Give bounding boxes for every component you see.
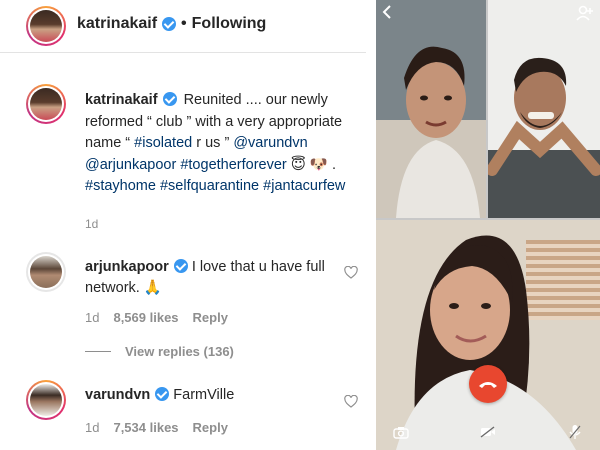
comment-meta: 1d 7,534 likes Reply bbox=[85, 420, 228, 435]
end-call-icon bbox=[479, 382, 497, 388]
caption-text: 😇 🐶 . bbox=[286, 156, 337, 173]
comment-username[interactable]: arjunkapoor bbox=[85, 259, 169, 275]
video-tile-varundvn bbox=[376, 0, 486, 218]
comment-age: 1d bbox=[85, 310, 100, 325]
reply-button[interactable]: Reply bbox=[193, 420, 228, 435]
video-toggle-button[interactable] bbox=[476, 420, 500, 444]
post-panel: katrinakaif • Following katrinakaif Reun… bbox=[0, 0, 366, 450]
comment-username[interactable]: varundvn bbox=[85, 387, 150, 403]
replies-line bbox=[85, 351, 111, 352]
video-tile-katrinakaif bbox=[376, 220, 600, 450]
participant-video bbox=[376, 220, 600, 450]
post-caption: katrinakaif Reunited .... our newly refo… bbox=[85, 90, 350, 198]
post-header: katrinakaif • Following bbox=[0, 0, 366, 53]
verified-badge-icon bbox=[155, 387, 170, 401]
post-age: 1d bbox=[85, 217, 99, 231]
comment-age: 1d bbox=[85, 420, 100, 435]
view-replies-label: View replies (136) bbox=[125, 344, 234, 359]
camera-icon bbox=[393, 426, 409, 439]
like-heart-icon[interactable] bbox=[344, 395, 358, 408]
caption-tag-link[interactable]: #selfquarantine bbox=[160, 178, 259, 194]
reply-button[interactable]: Reply bbox=[193, 310, 228, 325]
like-heart-icon[interactable] bbox=[344, 266, 358, 279]
participant-video bbox=[488, 0, 600, 218]
video-toggle-icon bbox=[480, 426, 495, 438]
verified-badge-icon bbox=[162, 92, 177, 106]
comment-avatar[interactable] bbox=[26, 380, 66, 420]
add-person-icon[interactable] bbox=[576, 5, 594, 21]
comment-body: FarmVille bbox=[169, 387, 235, 403]
caption-text: r us ” bbox=[192, 135, 234, 151]
post-header-title: katrinakaif • Following bbox=[77, 15, 266, 33]
panel-divider bbox=[366, 0, 376, 450]
participant-video bbox=[376, 0, 486, 218]
back-icon[interactable] bbox=[382, 5, 392, 19]
caption-tag-link[interactable]: #jantacurfew bbox=[263, 178, 345, 194]
view-replies-button[interactable]: View replies (136) bbox=[85, 344, 234, 359]
author-avatar[interactable] bbox=[26, 6, 66, 46]
caption-tag-link[interactable]: #isolated bbox=[134, 135, 192, 151]
comment-likes[interactable]: 8,569 likes bbox=[113, 310, 178, 325]
video-tile-arjunkapoor bbox=[488, 0, 600, 218]
end-call-button[interactable] bbox=[469, 365, 507, 403]
caption-tag-link[interactable]: #stayhome bbox=[85, 178, 156, 194]
caption-tag-link[interactable]: @varundvn bbox=[233, 135, 307, 151]
comment-text: varundvn FarmVille bbox=[85, 385, 335, 406]
comment-avatar[interactable] bbox=[26, 252, 66, 292]
mic-icon bbox=[569, 425, 581, 439]
caption-avatar[interactable] bbox=[26, 84, 66, 124]
verified-badge-icon bbox=[173, 259, 188, 273]
caption-username[interactable]: katrinakaif bbox=[85, 92, 158, 108]
comment-likes[interactable]: 7,534 likes bbox=[113, 420, 178, 435]
separator-dot: • bbox=[181, 15, 187, 32]
following-button[interactable]: Following bbox=[192, 15, 267, 33]
author-username[interactable]: katrinakaif bbox=[77, 15, 157, 33]
comment-meta: 1d 8,569 likes Reply bbox=[85, 310, 228, 325]
verified-badge-icon bbox=[162, 17, 177, 31]
camera-button[interactable] bbox=[389, 420, 413, 444]
video-call-panel bbox=[376, 0, 600, 450]
mic-button[interactable] bbox=[563, 420, 587, 444]
caption-tag-link[interactable]: #togetherforever bbox=[180, 157, 286, 173]
comment-text: arjunkapoor I love that u have full netw… bbox=[85, 257, 335, 299]
caption-tag-link[interactable]: @arjunkapoor bbox=[85, 157, 176, 173]
